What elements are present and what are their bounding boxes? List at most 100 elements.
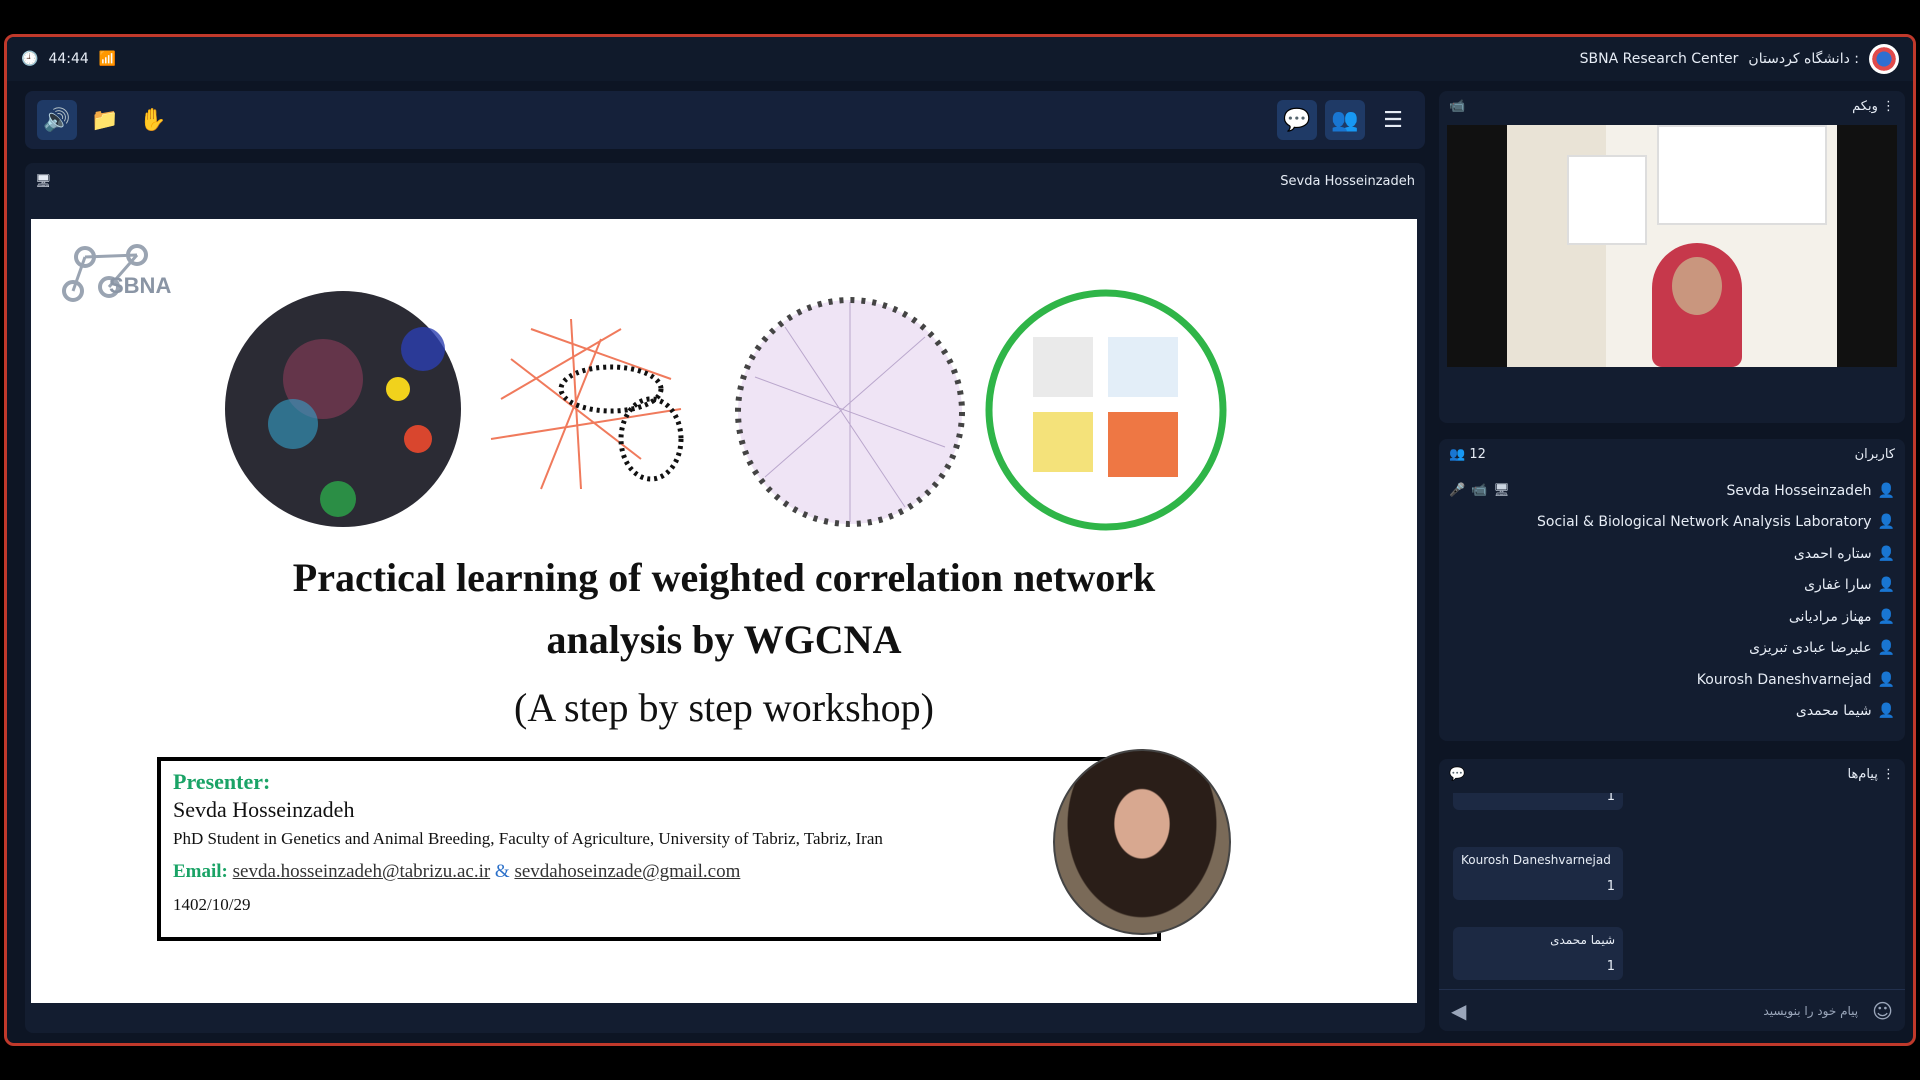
presenter-info-box: Presenter: Sevda Hosseinzadeh PhD Studen… <box>157 757 1161 941</box>
chat-message-count: 1 <box>1606 793 1615 804</box>
emoji-icon[interactable]: ☺ <box>1872 999 1893 1023</box>
presenter-photo <box>1053 749 1231 935</box>
person-icon: 👤 <box>1877 482 1895 499</box>
main-toolbar: 🔊 📁 ✋ 💬 👥 ☰ <box>25 91 1425 149</box>
chat-title: پیام‌ها <box>1847 766 1878 782</box>
user-name: Social & Biological Network Analysis Lab… <box>1537 514 1872 531</box>
person-icon: 👤 <box>1877 671 1895 688</box>
files-button[interactable]: 📁 <box>85 100 125 140</box>
person-icon: 👤 <box>1877 577 1895 594</box>
chat-toggle-button[interactable]: 💬 <box>1277 100 1317 140</box>
users-count: 12 <box>1469 446 1486 462</box>
chat-panel: 💬 پیام‌ها ⋮ 1 Kourosh Daneshvarnejad 1 ش… <box>1439 759 1905 1031</box>
chat-message: Kourosh Daneshvarnejad 1 <box>1453 847 1623 900</box>
chat-icon: 💬 <box>1449 766 1466 782</box>
users-panel: 👥 12 کاربران 🎤 📹 🖥 Sevda Hosseinzadeh 👤 Socia… <box>1439 439 1905 741</box>
presentation-date: 1402/10/29 <box>173 895 251 914</box>
top-bar: 🕘 44:44 📶 SBNA Research Center دانشگاه ک… <box>7 37 1913 81</box>
user-row[interactable]: مهناز مرادیانی 👤 <box>1449 601 1895 633</box>
user-row[interactable]: Kourosh Daneshvarnejad 👤 <box>1449 664 1895 696</box>
chat-input[interactable]: پیام خود را بنویسید <box>1763 1004 1858 1018</box>
chat-input-bar: ◀ پیام خود را بنویسید ☺ <box>1439 989 1905 1031</box>
university-logo-icon <box>1869 44 1899 74</box>
university-label: دانشگاه کردستان : <box>1748 51 1859 67</box>
users-toggle-icon: 👥 <box>1331 107 1359 133</box>
speaker-button[interactable]: 🔊 <box>37 100 77 140</box>
screen-share-icon: 🖥 <box>35 173 52 189</box>
video-icon: 📹 <box>1471 483 1488 499</box>
speaker-icon: 🔊 <box>43 107 71 133</box>
user-row[interactable]: علیرضا عبادی تبریزی 👤 <box>1449 633 1895 665</box>
app-window: 🕘 44:44 📶 SBNA Research Center دانشگاه ک… <box>4 34 1916 1046</box>
user-name: ستاره احمدی <box>1793 545 1872 562</box>
user-row[interactable]: سارا غفاری 👤 <box>1449 570 1895 602</box>
user-name: Sevda Hosseinzadeh <box>1726 482 1872 499</box>
slide-title-line2: analysis by WGCNA <box>546 617 902 662</box>
webcam-panel: 📹 وبکم ⋮ <box>1439 91 1905 423</box>
research-center-label: SBNA Research Center <box>1579 51 1739 67</box>
user-list: 🎤 📹 🖥 Sevda Hosseinzadeh 👤 Social & Biologica… <box>1439 469 1905 733</box>
users-toggle-button[interactable]: 👥 <box>1325 100 1365 140</box>
users-icon: 👥 <box>1449 446 1466 462</box>
email-link-1[interactable]: sevda.hosseinzadeh@tabrizu.ac.ir <box>233 861 491 882</box>
bookshelf-left <box>1567 155 1647 245</box>
signal-icon: 📶 <box>98 51 117 67</box>
heatmap-circle-icon <box>985 289 1227 531</box>
slide-title-line1: Practical learning of weighted correlati… <box>292 555 1156 600</box>
user-name: سارا غفاری <box>1804 577 1872 594</box>
menu-button[interactable]: ☰ <box>1373 100 1413 140</box>
person-icon: 👤 <box>1877 545 1895 562</box>
chat-message: 1 <box>1453 793 1623 810</box>
webcam-video <box>1447 125 1897 367</box>
raise-hand-icon: ✋ <box>139 107 167 133</box>
presenter-full-name: Sevda Hosseinzadeh <box>173 797 355 822</box>
user-name: علیرضا عبادی تبریزی <box>1749 640 1872 657</box>
user-name: مهناز مرادیانی <box>1788 608 1872 625</box>
email-separator: & <box>494 861 510 882</box>
folder-icon: 📁 <box>91 107 119 133</box>
email-link-2[interactable]: sevdahoseinzade@gmail.com <box>514 861 740 882</box>
user-row[interactable]: شیما محمدی 👤 <box>1449 696 1895 728</box>
presenter-video-face <box>1672 257 1722 315</box>
chat-message-count: 1 <box>1606 959 1615 974</box>
presenter-emails: Email: sevda.hosseinzadeh@tabrizu.ac.ir … <box>173 861 1145 883</box>
email-label: Email: <box>173 861 228 882</box>
presenter-name: Sevda Hosseinzadeh <box>1280 173 1415 189</box>
chat-message-count: 1 <box>1606 879 1615 894</box>
presentation-panel: 🖥 Sevda Hosseinzadeh SBNA Practical lear… <box>25 163 1425 1033</box>
slide-title: Practical learning of weighted correlati… <box>31 547 1417 671</box>
user-row[interactable]: 🎤 📹 🖥 Sevda Hosseinzadeh 👤 <box>1449 475 1895 507</box>
session-timer: 44:44 <box>48 51 89 67</box>
chat-toggle-icon: 💬 <box>1283 107 1311 133</box>
user-name: Kourosh Daneshvarnejad <box>1696 671 1872 688</box>
person-icon: 👤 <box>1877 703 1895 720</box>
person-icon: 👤 <box>1877 608 1895 625</box>
network-hairball-icon <box>225 291 461 527</box>
chat-messages: 1 Kourosh Daneshvarnejad 1 شیما محمدی 1 <box>1447 793 1897 983</box>
webcam-title: وبکم <box>1852 98 1878 114</box>
user-name: شیما محمدی <box>1795 703 1872 720</box>
chat-message: شیما محمدی 1 <box>1453 927 1623 980</box>
slide-subtitle: (A step by step workshop) <box>514 685 934 730</box>
person-icon: 👤 <box>1877 640 1895 657</box>
bookshelf <box>1657 125 1827 225</box>
network-graph-icon <box>490 318 684 490</box>
camera-icon: 📹 <box>1449 98 1466 114</box>
presenter-label: Presenter: <box>173 769 271 794</box>
sbna-logo-text: SBNA <box>109 273 172 298</box>
clock-icon: 🕘 <box>21 51 39 67</box>
user-row[interactable]: Social & Biological Network Analysis Lab… <box>1449 507 1895 539</box>
chat-options-icon[interactable]: ⋮ <box>1882 767 1895 782</box>
presentation-slide: SBNA Practical learning of weighted corr… <box>31 219 1417 1003</box>
menu-icon: ☰ <box>1383 107 1403 133</box>
user-media-icons: 🎤 📹 🖥 <box>1449 483 1510 498</box>
user-row[interactable]: ستاره احمدی 👤 <box>1449 538 1895 570</box>
chat-message-author: Kourosh Daneshvarnejad <box>1461 853 1611 867</box>
presenter-role: PhD Student in Genetics and Animal Breed… <box>173 829 883 848</box>
raise-hand-button[interactable]: ✋ <box>133 100 173 140</box>
webcam-options-icon[interactable]: ⋮ <box>1882 99 1895 114</box>
send-icon[interactable]: ◀ <box>1451 999 1466 1023</box>
mic-icon: 🎤 <box>1449 483 1466 499</box>
person-icon: 👤 <box>1877 514 1895 531</box>
screen-icon: 🖥 <box>1493 483 1510 499</box>
